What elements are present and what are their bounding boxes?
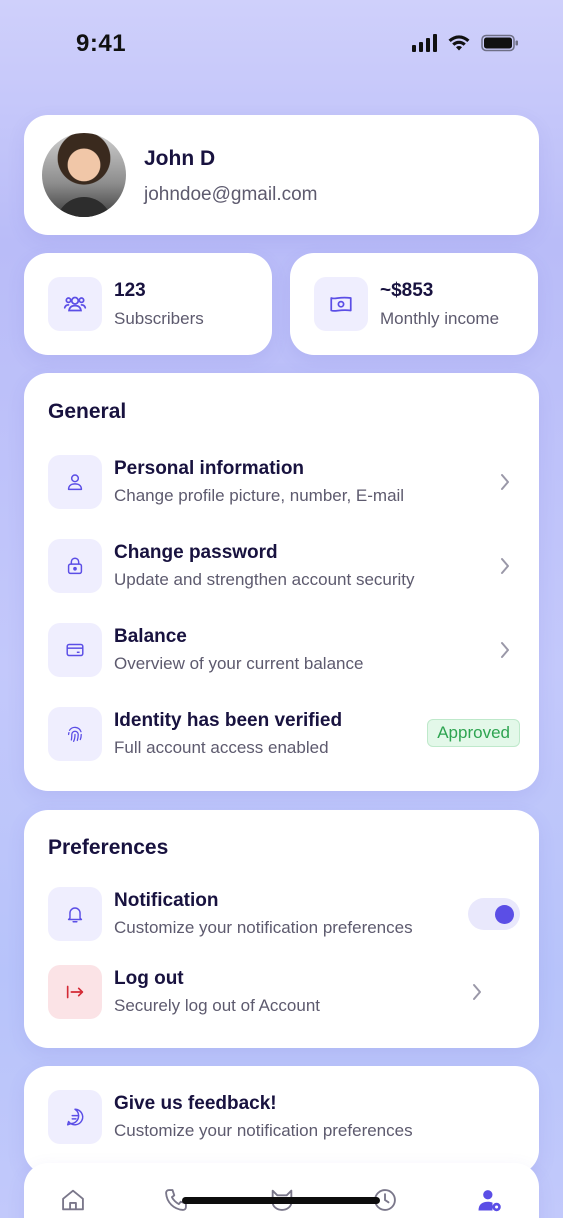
row-title: Personal information	[114, 458, 305, 479]
lock-icon	[48, 539, 102, 593]
row-title: Balance	[114, 626, 187, 647]
subscribers-label: Subscribers	[114, 309, 204, 328]
status-bar: 9:41	[0, 0, 563, 88]
signal-icon	[412, 34, 437, 52]
tab-bar	[24, 1163, 539, 1218]
profile-name: John D	[144, 147, 216, 170]
profile-email: johndoe@gmail.com	[144, 184, 318, 205]
bell-icon	[48, 887, 102, 941]
row-subtitle: Customize your notification preferences	[114, 1121, 413, 1140]
money-icon	[314, 277, 368, 331]
wifi-icon	[448, 35, 470, 51]
status-time: 9:41	[76, 30, 127, 57]
chevron-right-icon	[467, 982, 487, 1002]
income-card[interactable]: ~$853 Monthly income	[290, 253, 538, 355]
notification-row: Notification Customize your notification…	[48, 887, 520, 943]
subscribers-card[interactable]: 123 Subscribers	[24, 253, 272, 355]
users-icon	[48, 277, 102, 331]
status-icons	[412, 34, 519, 52]
fingerprint-icon	[48, 707, 102, 761]
general-title: General	[48, 400, 127, 423]
row-subtitle: Full account access enabled	[114, 738, 329, 757]
row-title: Log out	[114, 968, 184, 989]
row-title: Give us feedback!	[114, 1093, 277, 1114]
logout-row[interactable]: Log out Securely log out of Account	[48, 965, 515, 1021]
notification-toggle[interactable]	[468, 898, 520, 930]
chevron-right-icon	[495, 640, 515, 660]
preferences-title: Preferences	[48, 836, 169, 859]
preferences-card: Preferences Notification Customize your …	[24, 810, 539, 1048]
chevron-right-icon	[495, 472, 515, 492]
balance-row[interactable]: Balance Overview of your current balance	[48, 623, 515, 679]
personal-information-row[interactable]: Personal information Change profile pict…	[48, 455, 515, 511]
avatar	[42, 133, 126, 217]
toggle-knob	[495, 905, 514, 924]
feedback-card[interactable]: Give us feedback! Customize your notific…	[24, 1066, 539, 1174]
home-icon[interactable]	[58, 1185, 88, 1215]
identity-verified-row[interactable]: Identity has been verified Full account …	[48, 707, 520, 763]
profile-card[interactable]: John D johndoe@gmail.com	[24, 115, 539, 235]
chevron-right-icon	[495, 556, 515, 576]
row-title: Change password	[114, 542, 278, 563]
home-indicator	[182, 1197, 380, 1204]
row-subtitle: Update and strengthen account security	[114, 570, 415, 589]
row-title: Notification	[114, 890, 219, 911]
income-value: ~$853	[380, 280, 434, 301]
row-subtitle: Overview of your current balance	[114, 654, 364, 673]
battery-icon	[481, 34, 518, 52]
chat-icon	[48, 1090, 102, 1144]
general-card: General Personal information Change prof…	[24, 373, 539, 791]
income-label: Monthly income	[380, 309, 500, 328]
user-icon	[48, 455, 102, 509]
wallet-icon	[48, 623, 102, 677]
subscribers-value: 123	[114, 280, 146, 301]
logout-icon	[48, 965, 102, 1019]
approved-badge: Approved	[427, 719, 520, 747]
change-password-row[interactable]: Change password Update and strengthen ac…	[48, 539, 515, 595]
row-subtitle: Change profile picture, number, E-mail	[114, 486, 405, 505]
row-subtitle: Securely log out of Account	[114, 996, 321, 1015]
user-settings-icon[interactable]	[474, 1185, 504, 1215]
feedback-row[interactable]: Give us feedback! Customize your notific…	[48, 1090, 515, 1146]
row-subtitle: Customize your notification preferences	[114, 918, 413, 937]
row-title: Identity has been verified	[114, 710, 343, 731]
